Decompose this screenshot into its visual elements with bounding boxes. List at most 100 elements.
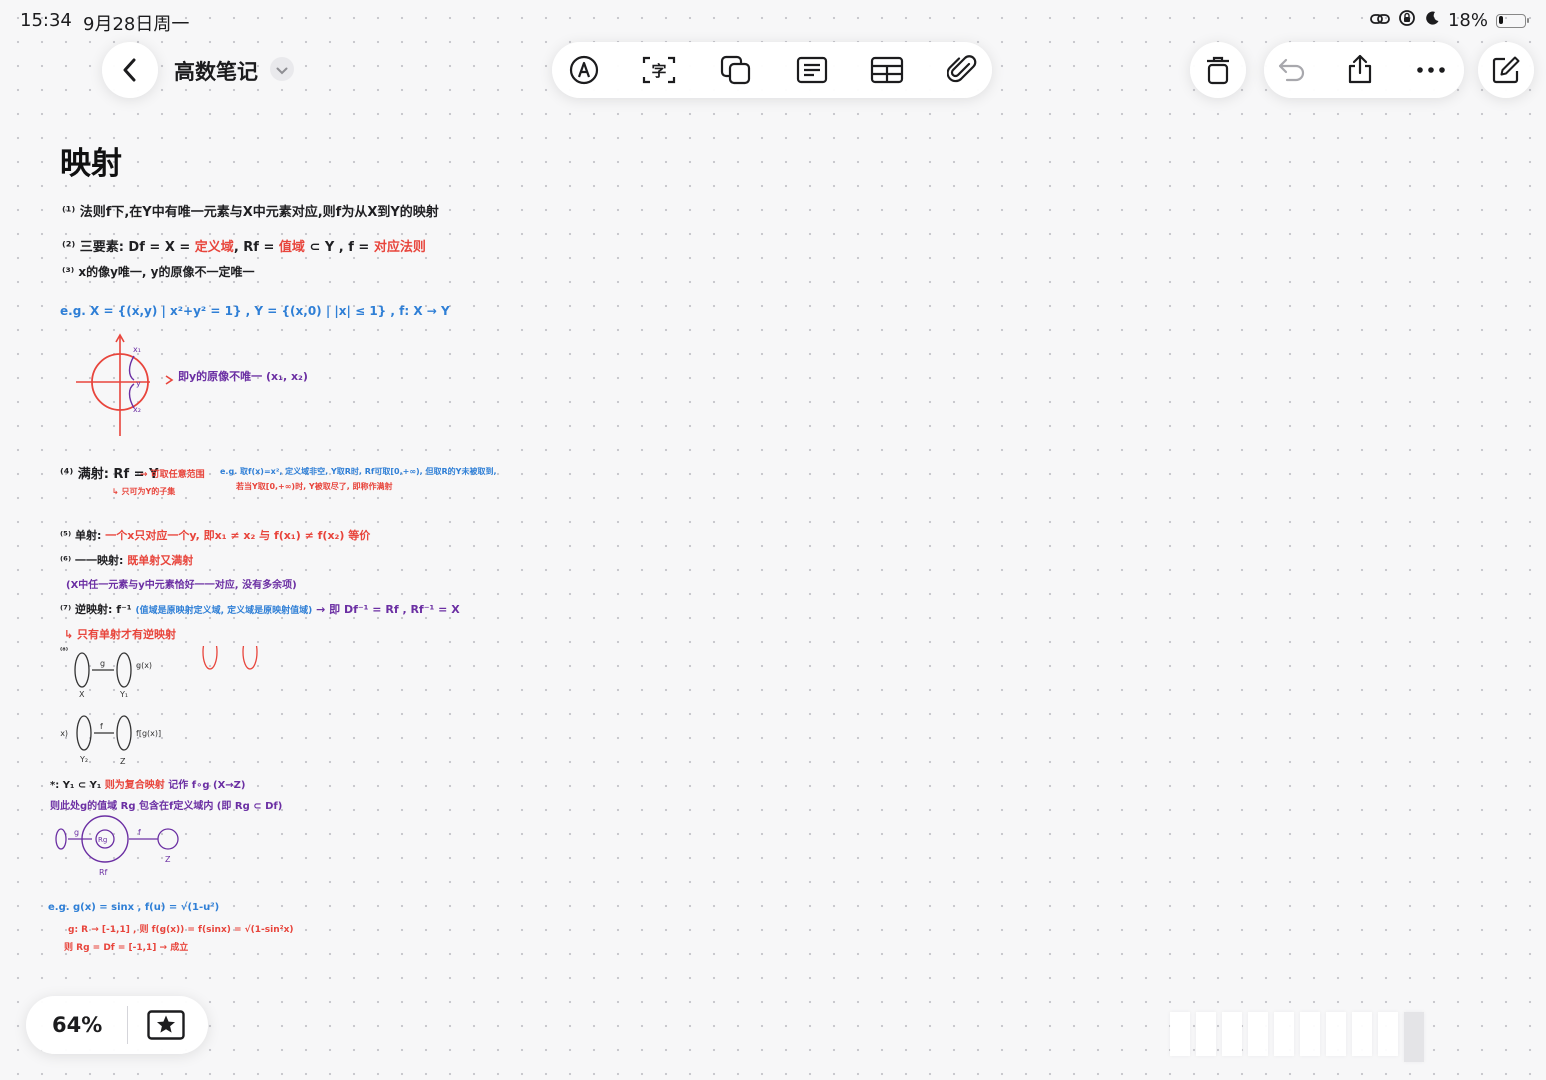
injection-text: 一个x只对应一个y, 即x₁ ≠ x₂ 与 f(x₁) ≠ f(x₂) 等价 bbox=[105, 529, 371, 542]
page-thumb[interactable] bbox=[1404, 1012, 1424, 1062]
back-button[interactable] bbox=[102, 42, 158, 98]
chevron-left-icon bbox=[120, 57, 140, 83]
preimage-note: 即y的原像不唯一 (x₁, x₂) bbox=[178, 370, 308, 383]
surjection-example-2: 若当Y取[0,+∞)时, Y被取尽了, 即称作满射 bbox=[236, 482, 393, 491]
page-thumb[interactable] bbox=[1378, 1012, 1398, 1056]
g-arrow-label: g bbox=[74, 828, 79, 837]
label-gx: g(x) bbox=[136, 661, 152, 670]
page-thumb[interactable] bbox=[1196, 1012, 1216, 1056]
zoom-level[interactable]: 64% bbox=[52, 1013, 102, 1037]
example-sin: e.g. g(x) = sinx , f(u) = √(1-u²) bbox=[48, 902, 220, 913]
page-thumb[interactable] bbox=[1352, 1012, 1372, 1056]
pen-circle-icon bbox=[568, 54, 600, 86]
label-x2: x₂ bbox=[133, 405, 141, 414]
shapes-icon bbox=[719, 54, 753, 86]
label-Y2: Y₂ bbox=[79, 755, 88, 764]
favorite-button[interactable] bbox=[147, 1010, 185, 1040]
z-label: Z bbox=[165, 855, 171, 864]
range-text: 值域 bbox=[278, 240, 305, 255]
markup-button[interactable] bbox=[566, 52, 602, 88]
composite-subset: *: Y₁ ⊂ Y₁ bbox=[50, 780, 105, 791]
composite-notation: 记作 f∘g (X→Z) bbox=[164, 780, 246, 791]
page-thumb[interactable] bbox=[1170, 1012, 1190, 1056]
inverse-note: ↳ 只有单射才有逆映射 bbox=[64, 628, 177, 641]
bijection-line: ⁽⁶⁾ 一一映射: 既单射又满射 bbox=[60, 552, 193, 568]
rf-label: Rf bbox=[99, 868, 108, 877]
bijection-label: ⁽⁶⁾ 一一映射: bbox=[60, 554, 128, 567]
text-recognition-button[interactable]: 字 bbox=[640, 52, 678, 88]
battery-fill bbox=[1498, 16, 1503, 24]
status-bar: 15:34 9月28日周一 18% bbox=[0, 0, 1546, 40]
page-scrubber[interactable] bbox=[1170, 1012, 1500, 1064]
label-X: X bbox=[79, 690, 85, 699]
note-line-three-elements: ⁽²⁾ 三要素: Df = X = 定义域, Rf = 值域 ⊂ Y , f =… bbox=[62, 236, 426, 255]
rule-text: 对应法则 bbox=[373, 240, 426, 255]
example-circle: e.g. X = {(x,y) | x²+y² = 1} , Y = {(x,0… bbox=[60, 304, 450, 318]
page-thumb[interactable] bbox=[1326, 1012, 1346, 1056]
link-icon bbox=[1370, 10, 1390, 31]
paperclip-icon bbox=[947, 54, 977, 86]
inverse-set-left bbox=[202, 646, 218, 670]
compose-button[interactable] bbox=[1478, 42, 1534, 98]
page-thumb[interactable] bbox=[1300, 1012, 1320, 1056]
table-icon bbox=[870, 56, 904, 84]
bijection-text: 既单射又满射 bbox=[127, 554, 194, 567]
tool-glyph: 字 bbox=[651, 62, 666, 80]
surjection-example-1: e.g. 取f(x)=x², 定义域非空, Y取R时, Rf可取[0,+∞), … bbox=[220, 467, 497, 476]
label-y: y bbox=[136, 379, 141, 388]
moon-icon bbox=[1424, 10, 1440, 31]
label-fgx: f[g(x)] bbox=[136, 729, 161, 738]
attachment-button[interactable] bbox=[944, 52, 980, 88]
orientation-lock-icon bbox=[1398, 9, 1416, 32]
set-X bbox=[74, 652, 90, 688]
composite-note-1: *: Y₁ ⊂ Y₁ 则为复合映射 记作 f∘g (X→Z) bbox=[50, 776, 245, 791]
example-sin-step-2: 则 Rg = Df = [-1,1] → 成立 bbox=[64, 943, 189, 953]
inverse-equation: → 即 Df⁻¹ = Rf , Rf⁻¹ = X bbox=[312, 603, 460, 616]
label-Z: Z bbox=[120, 757, 126, 766]
page-thumb[interactable] bbox=[1222, 1012, 1242, 1056]
battery-percent: 18% bbox=[1447, 10, 1488, 31]
text-block-button[interactable] bbox=[794, 52, 830, 88]
title-menu-button[interactable] bbox=[270, 57, 294, 81]
label-x1: x₁ bbox=[133, 345, 141, 354]
text-block-icon bbox=[796, 56, 828, 84]
edit-actions bbox=[1264, 42, 1464, 98]
range-label-text: , Rf = bbox=[233, 240, 279, 255]
chevron-down-icon bbox=[276, 60, 288, 79]
status-date: 9月28日周一 bbox=[83, 14, 190, 35]
compose-icon bbox=[1491, 55, 1521, 85]
map-g-label: g bbox=[100, 659, 105, 668]
status-icons: 18% bbox=[1370, 9, 1529, 32]
tool-palette: 字 bbox=[552, 42, 992, 98]
range-inclusion-diagram: g Rg f Z Rf bbox=[55, 815, 179, 877]
page-thumb[interactable] bbox=[1248, 1012, 1268, 1056]
table-button[interactable] bbox=[868, 52, 906, 88]
share-button[interactable] bbox=[1344, 52, 1376, 86]
battery-icon bbox=[1496, 13, 1529, 28]
rg-label: Rg bbox=[98, 836, 107, 844]
z-circle bbox=[157, 828, 179, 850]
bottom-divider bbox=[127, 1006, 128, 1044]
delete-button[interactable] bbox=[1190, 42, 1246, 98]
domain-text: 定义域 bbox=[194, 240, 234, 255]
more-icon bbox=[1416, 66, 1446, 74]
bijection-note: (X中任一元素与y中元素恰好一一对应, 没有多余项) bbox=[66, 580, 297, 591]
document-title[interactable]: 高数笔记 bbox=[174, 56, 258, 86]
composite-name: 则为复合映射 bbox=[104, 780, 165, 791]
surjection-note-1: → 可取任意范围 bbox=[140, 470, 205, 480]
note-line-image-uniqueness: ⁽³⁾ x的像y唯一, y的原像不一定唯一 bbox=[62, 265, 255, 279]
bracket-arrow bbox=[165, 375, 174, 385]
projection-arrow-top bbox=[128, 355, 135, 381]
text-box-icon: 字 bbox=[641, 55, 677, 85]
composite-note-2: 则此处g的值域 Rg 包含在f定义域内 (即 Rg ⊂ Df) bbox=[50, 801, 283, 812]
shapes-button[interactable] bbox=[718, 52, 754, 88]
set-Y2 bbox=[76, 715, 92, 751]
note-title: 映射 bbox=[60, 146, 122, 182]
more-button[interactable] bbox=[1414, 54, 1448, 86]
undo-button[interactable] bbox=[1276, 54, 1308, 86]
inverse-label: ⁽⁷⁾ 逆映射: f⁻¹ bbox=[60, 603, 136, 616]
page-thumb[interactable] bbox=[1274, 1012, 1294, 1056]
surjection-note-2: ↳ 只可为Y的子集 bbox=[112, 487, 176, 496]
inverse-line: ⁽⁷⁾ 逆映射: f⁻¹ (值域是原映射定义域, 定义域是原映射值域) → 即 … bbox=[60, 601, 460, 617]
share-icon bbox=[1347, 53, 1373, 85]
